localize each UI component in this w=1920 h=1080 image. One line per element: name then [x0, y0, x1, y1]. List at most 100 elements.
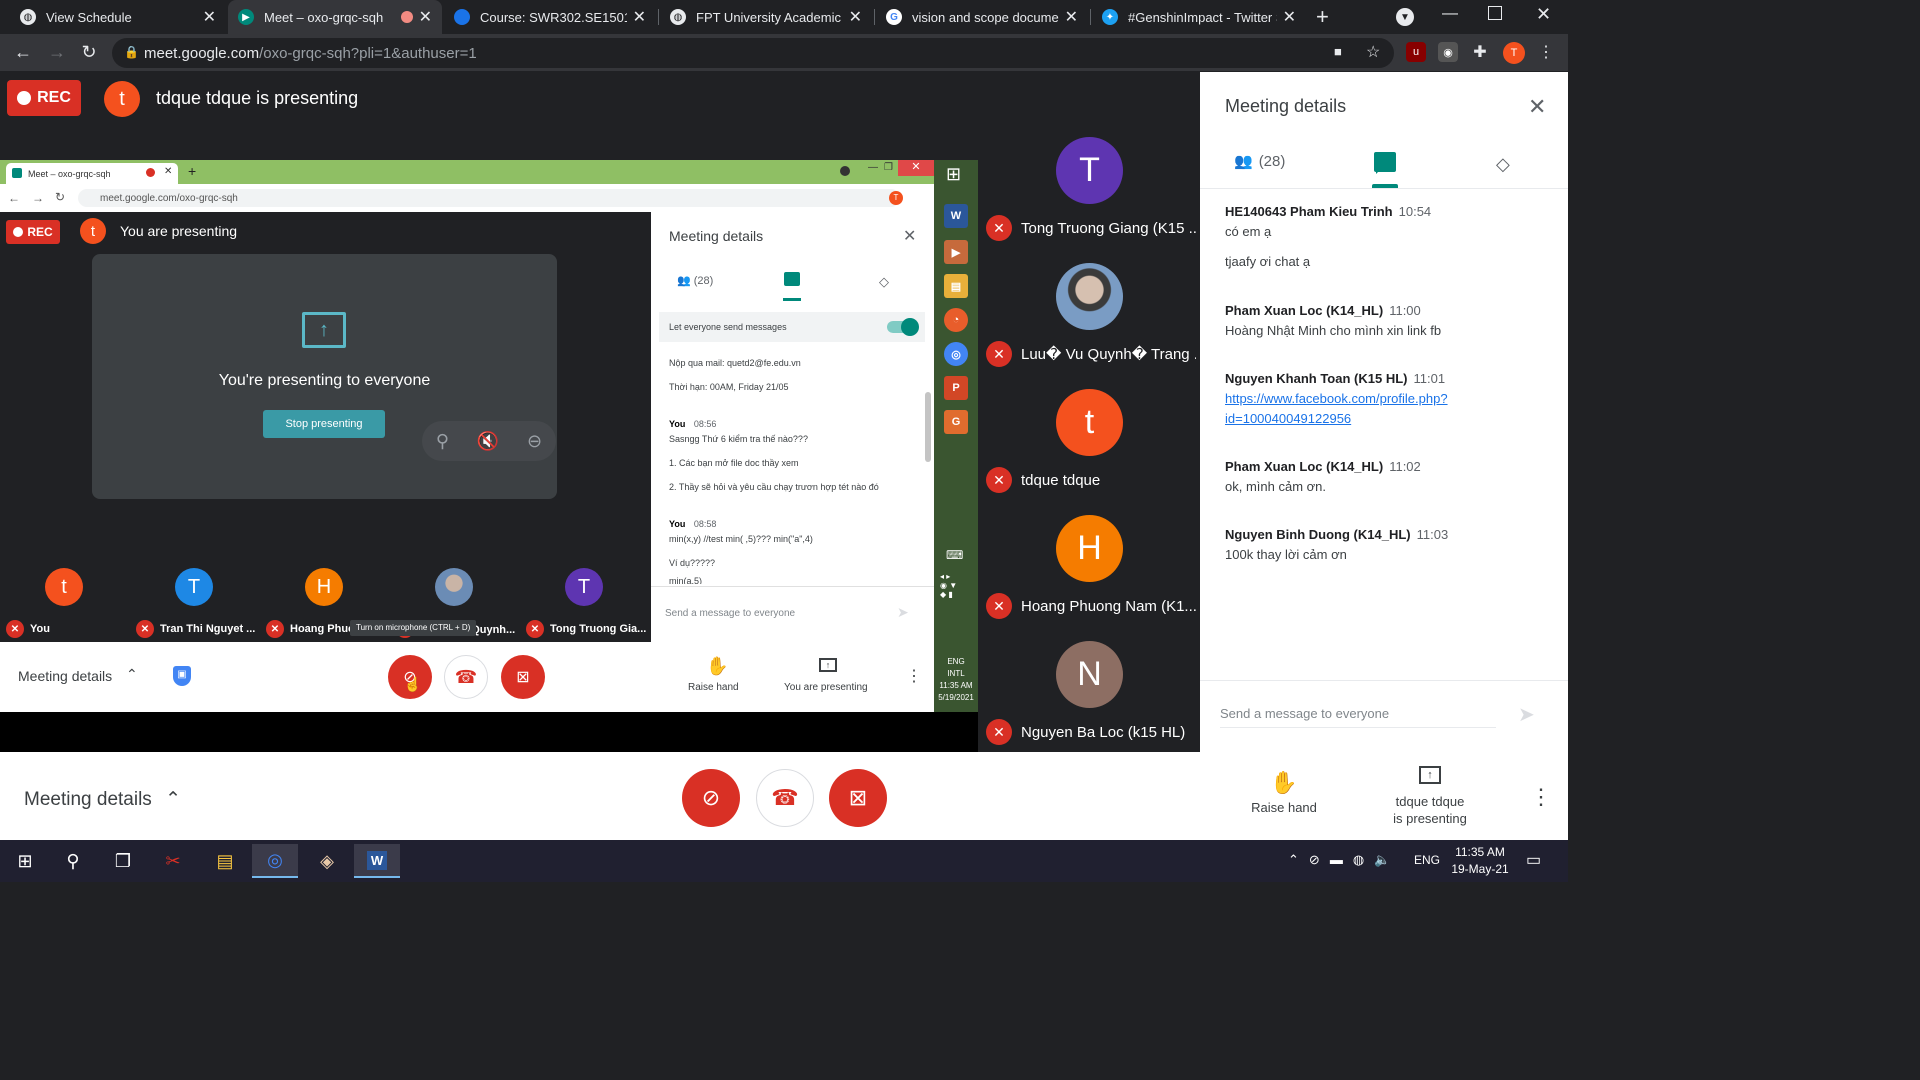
chat-message: Nguyen Khanh Toan (K15 HL) 11:01 https://…: [1225, 371, 1448, 426]
restore-window-button[interactable]: [1488, 6, 1502, 20]
chrome-icon[interactable]: ◎: [252, 844, 298, 878]
tab-fpt-academic[interactable]: ◍ FPT University Academic Po ✕: [660, 0, 872, 34]
file-explorer-icon[interactable]: ▤: [202, 844, 248, 878]
system-tray[interactable]: ⌃ ⊘ ▬ ◍ 🔈: [1288, 852, 1390, 868]
presenting-card: ↑ You're presenting to everyone Stop pre…: [92, 254, 557, 499]
chevron-up-icon: ⌃: [126, 666, 138, 682]
divider: [651, 586, 934, 587]
mic-off-button[interactable]: ⊘: [682, 769, 740, 827]
recording-badge: REC: [7, 80, 81, 116]
meet-icon: ▶: [238, 9, 254, 25]
tab-vision-scope[interactable]: G vision and scope document ✕: [876, 0, 1088, 34]
minimize-icon: —: [868, 162, 878, 173]
participant-tile[interactable]: H ✕ Hoang Phuong Nam (K1...: [978, 499, 1200, 625]
close-tab-icon[interactable]: ✕: [1065, 7, 1078, 27]
forward-arrow-icon[interactable]: →: [46, 42, 68, 63]
bookmark-star-icon[interactable]: ☆: [1366, 42, 1380, 62]
divider: [1200, 680, 1568, 681]
close-window-button[interactable]: ✕: [1536, 4, 1551, 25]
presented-taskbar: ⊞ W ▶ ▤ ◔ ◎ P G ⌨ ◂ ▸ ◉ ▼ ◆ ▮ ENG INTL 11:…: [934, 160, 978, 712]
chat-line: min(x,y) //test min( ,5)??? min("a",4): [669, 534, 813, 544]
avatar: t: [1056, 389, 1123, 456]
send-icon: ➤: [897, 604, 909, 620]
hang-up-icon: ☎: [771, 785, 799, 810]
extensions-puzzle-icon[interactable]: ✚: [1470, 42, 1490, 62]
browser-menu-icon[interactable]: ⋮: [1536, 42, 1556, 62]
close-tab-icon[interactable]: ✕: [633, 7, 646, 27]
let-everyone-toggle-row: Let everyone send messages: [659, 312, 925, 342]
notifications-icon[interactable]: ▭: [1526, 850, 1541, 870]
windows-start-icon[interactable]: ⊞: [2, 844, 48, 878]
tab-course[interactable]: Course: SWR302.SE1501 & ✕: [444, 0, 656, 34]
tab-search-icon[interactable]: ▼: [1396, 8, 1414, 26]
task-view-icon[interactable]: ❐: [100, 844, 146, 878]
new-tab-button[interactable]: +: [1316, 4, 1329, 30]
firefox-icon: ◔: [944, 308, 968, 332]
word-icon[interactable]: W: [354, 844, 400, 878]
close-panel-icon[interactable]: ✕: [1528, 94, 1546, 120]
participant-tile[interactable]: t ✕ tdque tdque: [978, 373, 1200, 499]
mic-off-icon: ✕: [986, 341, 1012, 367]
search-icon[interactable]: ⚲: [50, 844, 96, 878]
close-tab-icon[interactable]: ✕: [1283, 7, 1296, 27]
app-icon[interactable]: ◈: [304, 844, 350, 878]
send-icon[interactable]: ➤: [1518, 702, 1535, 727]
profile-avatar[interactable]: T: [1503, 42, 1525, 64]
back-arrow-icon[interactable]: ←: [12, 42, 34, 63]
chat-tab[interactable]: [1374, 152, 1396, 174]
close-tab-icon[interactable]: ✕: [203, 7, 216, 27]
lock-icon: 🔒: [124, 45, 139, 59]
people-tab: 👥 (28): [677, 275, 714, 287]
present-screen-icon: ↑: [302, 312, 346, 348]
pdf-icon: G: [944, 410, 968, 434]
mic-off-icon: ✕: [526, 620, 544, 638]
chat-line: Nộp qua mail: quetd2@fe.edu.vn: [669, 358, 801, 368]
leave-call-button[interactable]: ☎: [756, 769, 814, 827]
volume-icon: 🔈: [1374, 852, 1391, 867]
facebook-link[interactable]: https://www.facebook.com/profile.php? id=…: [1225, 391, 1448, 426]
avatar: T: [565, 568, 603, 606]
close-tab-icon[interactable]: ✕: [849, 7, 862, 27]
raise-hand-button[interactable]: ✋ Raise hand: [1240, 770, 1328, 815]
more-options-icon[interactable]: ⋮: [1530, 784, 1552, 810]
windows-taskbar: ⊞ ⚲ ❐ ✂ ▤ ◎ ◈ W ⌃ ⊘ ▬ ◍ 🔈 ENG 11:35 AM 1…: [0, 840, 1568, 882]
avatar-photo: [1056, 263, 1123, 330]
chrome-icon: ◎: [944, 342, 968, 366]
meeting-details-button[interactable]: Meeting details ⌃: [24, 788, 181, 811]
tab-meet[interactable]: ▶ Meet – oxo-grqc-sqh ✕: [228, 0, 442, 34]
address-bar[interactable]: 🔒 meet.google.com/oxo-grqc-sqh?pli=1&aut…: [112, 38, 1394, 68]
tab-view-schedule[interactable]: ◍ View Schedule ✕: [10, 0, 226, 34]
activities-tab-icon[interactable]: ◇: [1496, 154, 1510, 175]
presented-browser-chrome: Meet – oxo-grqc-sqh ✕ + — ❐ ✕ ← → ↻ meet…: [0, 160, 934, 212]
avatar: T: [175, 568, 213, 606]
camera-off-button[interactable]: ⊠: [829, 769, 887, 827]
scrollbar: [925, 392, 931, 462]
close-tab-icon[interactable]: ✕: [419, 7, 432, 27]
participant-thumb: T ✕ Tong Truong Gia...: [520, 568, 650, 638]
snipping-tool-icon[interactable]: ✂: [150, 844, 196, 878]
chat-icon: [1376, 168, 1382, 174]
people-tab[interactable]: 👥 (28): [1234, 152, 1285, 171]
presenting-button[interactable]: ↑ tdque tdque is presenting: [1376, 766, 1484, 826]
extension-icon[interactable]: ◉: [1438, 42, 1458, 62]
camera-in-use-icon[interactable]: ■: [1334, 44, 1342, 59]
ublock-extension-icon[interactable]: u: [1406, 42, 1426, 62]
participant-tile[interactable]: N ✕ Nguyen Ba Loc (k15 HL): [978, 625, 1200, 751]
moodle-icon: [454, 9, 470, 25]
reload-icon[interactable]: ↻: [78, 42, 100, 63]
language-indicator[interactable]: ENG: [1414, 853, 1440, 867]
clock[interactable]: 11:35 AM 19-May-21: [1448, 844, 1512, 878]
battery-icon: ▬: [1329, 852, 1343, 867]
participant-name: Luu� Vu Quynh� Trang ...: [1021, 346, 1196, 363]
participant-tile[interactable]: T ✕ Tong Truong Giang (K15 ...: [978, 121, 1200, 247]
tab-twitter[interactable]: ✦ #GenshinImpact - Twitter Se ✕: [1092, 0, 1306, 34]
close-window-icon: ✕: [898, 160, 934, 176]
meeting-details-panel: Meeting details ✕ 👥 (28) ◇ HE140643 Pham …: [1200, 72, 1568, 752]
send-message-input[interactable]: Send a message to everyone: [1220, 706, 1496, 728]
presenter-avatar: t: [80, 218, 106, 244]
participant-thumb: T ✕ Tran Thi Nguyet ...: [130, 568, 260, 638]
tab-title: vision and scope document: [912, 9, 1059, 25]
recording-badge: REC: [6, 220, 60, 244]
minimize-window-button[interactable]: —: [1442, 5, 1458, 23]
participant-tile[interactable]: ✕ Luu� Vu Quynh� Trang ...: [978, 247, 1200, 373]
